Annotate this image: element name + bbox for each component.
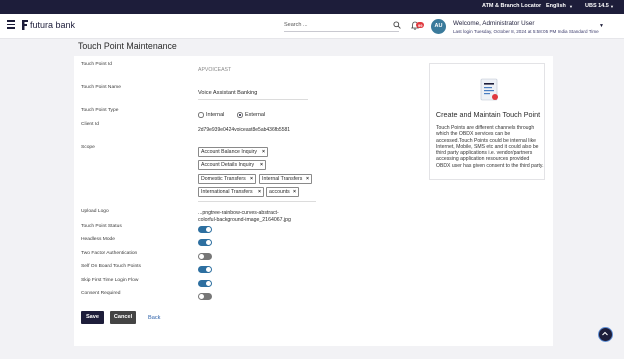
- touch-point-name-field[interactable]: Voice Assistant Banking: [198, 90, 257, 96]
- consent-required-toggle[interactable]: [198, 293, 212, 300]
- scope-chip-label: International Transfers: [201, 189, 253, 195]
- menu-icon[interactable]: [7, 20, 15, 29]
- scope-chip-label: Domestic Transfers: [201, 176, 246, 182]
- last-login-text: Last login Tuesday, October 8, 2024 at 5…: [453, 29, 599, 34]
- touch-point-type-label: Touch Point Type: [81, 108, 119, 113]
- headless-mode-toggle[interactable]: [198, 239, 212, 246]
- language-selector[interactable]: English: [546, 3, 566, 9]
- scope-chip[interactable]: accounts ×: [266, 187, 299, 197]
- self-on-board-label: Self On Board Touch Points: [81, 264, 141, 269]
- scope-chip-label: accounts: [269, 189, 290, 195]
- bank-logo-icon: [22, 20, 28, 30]
- remove-chip-close-icon[interactable]: ×: [306, 175, 309, 184]
- scope-label: Scope: [81, 145, 95, 150]
- info-panel-title: Create and Maintain Touch Point: [435, 110, 541, 119]
- consent-required-label: Consent Required: [81, 291, 121, 296]
- scope-chip-label: Account Balance Inquiry: [201, 149, 257, 155]
- welcome-text: Welcome, Administrator User: [453, 20, 535, 27]
- touch-point-id-label: Touch Point Id: [81, 62, 112, 67]
- avatar[interactable]: AU: [431, 19, 446, 34]
- scope-chip[interactable]: Domestic Transfers ×: [198, 174, 256, 184]
- touch-point-status-toggle[interactable]: [198, 226, 212, 233]
- scope-underline: [198, 201, 316, 202]
- scroll-to-top-button[interactable]: [598, 327, 613, 342]
- scope-chip-label: Account Details Inquiry: [201, 162, 255, 168]
- remove-chip-close-icon[interactable]: ×: [258, 188, 261, 197]
- internal-radio-label[interactable]: Internal: [206, 112, 224, 118]
- cancel-button[interactable]: Cancel: [110, 311, 136, 324]
- scope-chip[interactable]: International Transfers ×: [198, 187, 264, 197]
- upload-logo-filename[interactable]: ...pngtree-rainbow-curves-abstract-: [198, 210, 279, 216]
- client-id-label: Client Id: [81, 122, 99, 127]
- notification-count-badge: 99: [416, 22, 425, 28]
- page-title: Touch Point Maintenance: [78, 41, 177, 51]
- scope-chip[interactable]: Account Balance Inquiry ×: [198, 147, 268, 157]
- two-factor-authentication-label: Two Factor Authentication: [81, 251, 138, 256]
- headless-mode-label: Headless Mode: [81, 237, 115, 242]
- external-radio[interactable]: [237, 112, 243, 118]
- info-panel: Create and Maintain Touch Point Touch Po…: [429, 63, 545, 180]
- search-underline: [284, 31, 399, 32]
- scope-chip-label: Internal Transfers: [262, 176, 303, 182]
- top-utility-bar: ATM & Branch Locator English ▼ UBS 14.5 …: [0, 0, 624, 14]
- language-chevron-down-icon[interactable]: ▼: [569, 4, 573, 9]
- search-input[interactable]: Search ...: [284, 22, 308, 28]
- upload-logo-filename-continued[interactable]: colorful-background-image_2164067.jpg: [198, 217, 291, 223]
- info-panel-description: Touch Points are different channels thro…: [436, 125, 544, 169]
- version-selector[interactable]: UBS 14.5: [585, 3, 609, 9]
- atm-branch-locator-link[interactable]: ATM & Branch Locator: [482, 3, 541, 9]
- scope-chip[interactable]: Internal Transfers ×: [259, 174, 312, 184]
- skip-first-time-login-toggle[interactable]: [198, 280, 212, 287]
- user-menu-chevron-down-icon[interactable]: ▼: [599, 23, 604, 29]
- back-link[interactable]: Back: [148, 315, 160, 321]
- remove-chip-close-icon[interactable]: ×: [260, 161, 263, 170]
- touch-point-name-label: Touch Point Name: [81, 85, 121, 90]
- remove-chip-close-icon[interactable]: ×: [262, 148, 265, 157]
- document-illustration-icon: [480, 78, 498, 101]
- touch-point-id-value: APVOICEAST: [198, 67, 232, 73]
- two-factor-authentication-toggle[interactable]: [198, 253, 212, 260]
- version-chevron-down-icon[interactable]: ▼: [610, 4, 614, 9]
- touch-point-status-label: Touch Point Status: [81, 224, 122, 229]
- self-on-board-toggle[interactable]: [198, 266, 212, 273]
- client-id-value: 2d79e939e0424voiceast8e5ab436fb5581: [198, 127, 291, 133]
- app-header: futura bank Search ... 99 AU Welcome, Ad…: [0, 14, 624, 39]
- search-icon[interactable]: [393, 21, 401, 29]
- touch-point-name-underline: [198, 99, 308, 100]
- brand-name[interactable]: futura bank: [30, 20, 75, 30]
- skip-first-time-login-label: Skip First Time Login Flow: [81, 278, 139, 283]
- save-button[interactable]: Save: [81, 311, 104, 324]
- remove-chip-close-icon[interactable]: ×: [293, 188, 296, 197]
- upload-logo-label: Upload Logo: [81, 209, 109, 214]
- external-radio-label[interactable]: External: [245, 112, 265, 118]
- scope-chip[interactable]: Account Details Inquiry ×: [198, 160, 266, 170]
- chevron-up-icon: [602, 331, 608, 336]
- remove-chip-close-icon[interactable]: ×: [250, 175, 253, 184]
- internal-radio[interactable]: [198, 112, 204, 118]
